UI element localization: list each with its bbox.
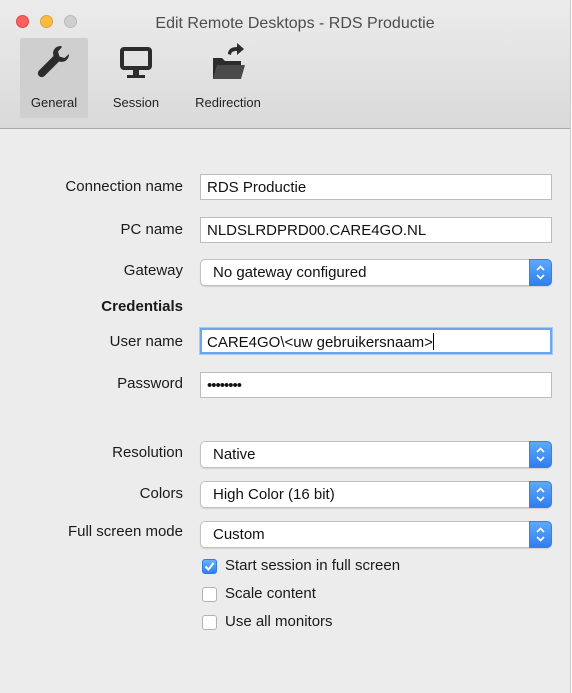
chevron-updown-icon: [529, 521, 552, 548]
colors-label: Colors: [139, 485, 183, 502]
gateway-select[interactable]: No gateway configured: [200, 259, 552, 286]
use-all-monitors-checkbox[interactable]: [202, 615, 217, 630]
credentials-heading: Credentials: [101, 298, 183, 315]
tab-session-label: Session: [112, 95, 160, 110]
user-name-value: CARE4GO\<uw gebruikersnaam>: [207, 334, 433, 351]
general-settings-panel: Connection name RDS Productie PC name NL…: [0, 129, 570, 693]
user-name-field[interactable]: CARE4GO\<uw gebruikersnaam>: [200, 328, 552, 354]
start-session-full-screen-label: Start session in full screen: [225, 557, 401, 574]
resolution-select[interactable]: Native: [200, 441, 552, 468]
title-bar: Edit Remote Desktops - RDS Productie Gen…: [0, 0, 570, 129]
start-session-full-screen-checkbox[interactable]: [202, 559, 217, 574]
colors-select[interactable]: High Color (16 bit): [200, 481, 552, 508]
full-screen-mode-select[interactable]: Custom: [200, 521, 552, 548]
user-name-label: User name: [109, 333, 183, 350]
gateway-select-value: No gateway configured: [213, 264, 367, 281]
tab-redirection[interactable]: Redirection: [186, 38, 270, 118]
pc-name-label: PC name: [120, 221, 183, 238]
tab-redirection-label: Redirection: [195, 95, 261, 110]
password-label: Password: [117, 375, 183, 392]
chevron-updown-icon: [529, 441, 552, 468]
full-screen-mode-select-value: Custom: [213, 526, 265, 543]
wrench-icon: [34, 42, 74, 85]
folder-redirect-icon: [208, 42, 248, 85]
scale-content-label: Scale content: [225, 585, 316, 602]
chevron-updown-icon: [529, 481, 552, 508]
colors-select-value: High Color (16 bit): [213, 486, 335, 503]
pc-name-field[interactable]: NLDSLRDPRD00.CARE4GO.NL: [200, 217, 552, 243]
use-all-monitors-label: Use all monitors: [225, 613, 333, 630]
edit-remote-desktop-window: Edit Remote Desktops - RDS Productie Gen…: [0, 0, 571, 693]
tab-general-label: General: [30, 95, 78, 110]
connection-name-field[interactable]: RDS Productie: [200, 174, 552, 200]
full-screen-mode-label: Full screen mode: [67, 523, 183, 540]
resolution-select-value: Native: [213, 446, 256, 463]
connection-name-label: Connection name: [65, 178, 183, 195]
tab-session[interactable]: Session: [104, 38, 168, 118]
gateway-label: Gateway: [123, 262, 183, 279]
password-field[interactable]: ••••••••: [200, 372, 552, 398]
scale-content-checkbox[interactable]: [202, 587, 217, 602]
checkmark-icon: [204, 562, 215, 572]
tab-general[interactable]: General: [20, 38, 88, 118]
monitor-icon: [116, 42, 156, 85]
window-title: Edit Remote Desktops - RDS Productie: [155, 15, 435, 32]
resolution-label: Resolution: [112, 444, 183, 461]
chevron-updown-icon: [529, 259, 552, 286]
text-caret: [432, 333, 434, 350]
